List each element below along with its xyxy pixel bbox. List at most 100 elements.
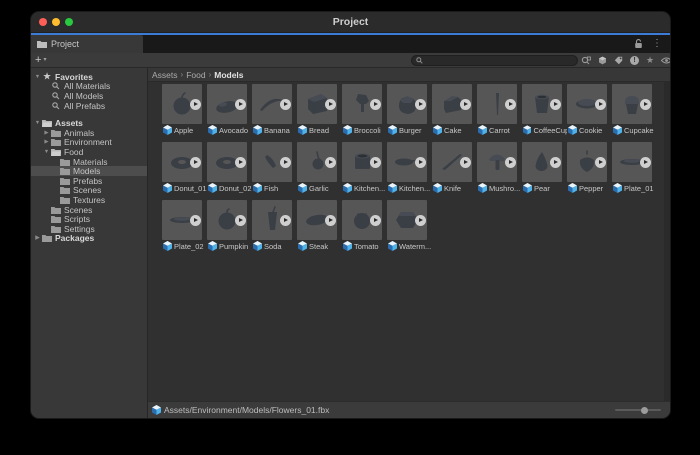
search-by-log-type-icon[interactable]: ! bbox=[630, 56, 639, 65]
twisty-closed-icon[interactable]: ▶ bbox=[33, 235, 42, 241]
preview-expand-button[interactable] bbox=[235, 157, 246, 168]
asset-thumbnail-pot[interactable] bbox=[342, 142, 382, 182]
sidebar-item-favorites[interactable]: ▼★Favorites bbox=[31, 72, 147, 82]
twisty-open-icon[interactable]: ▼ bbox=[33, 120, 42, 126]
vertical-scrollbar[interactable] bbox=[664, 82, 670, 401]
search-by-type-icon[interactable] bbox=[598, 56, 607, 65]
lock-icon[interactable] bbox=[634, 39, 643, 49]
sidebar-item-assets[interactable]: ▼Assets bbox=[31, 118, 147, 128]
sidebar-item-food[interactable]: ▼Food bbox=[31, 147, 147, 157]
asset-thumbnail-avocado[interactable] bbox=[207, 84, 247, 124]
twisty-closed-icon[interactable]: ▶ bbox=[42, 130, 51, 136]
preview-expand-button[interactable] bbox=[505, 157, 516, 168]
asset-thumbnail-cake[interactable] bbox=[432, 84, 472, 124]
asset-item-soda[interactable]: Soda bbox=[252, 200, 297, 252]
asset-thumbnail-knife[interactable] bbox=[432, 142, 472, 182]
asset-thumbnail-apple[interactable] bbox=[162, 84, 202, 124]
preview-expand-button[interactable] bbox=[460, 157, 471, 168]
preview-expand-button[interactable] bbox=[280, 215, 291, 226]
preview-expand-button[interactable] bbox=[595, 157, 606, 168]
asset-item-apple[interactable]: Apple bbox=[162, 84, 207, 136]
asset-thumbnail-garlic[interactable] bbox=[297, 142, 337, 182]
slider-knob[interactable] bbox=[641, 407, 648, 414]
twisty-closed-icon[interactable]: ▶ bbox=[42, 139, 51, 145]
asset-thumbnail-donut[interactable] bbox=[207, 142, 247, 182]
asset-thumbnail-steak[interactable] bbox=[297, 200, 337, 240]
preview-expand-button[interactable] bbox=[235, 215, 246, 226]
asset-thumbnail-plate[interactable] bbox=[612, 142, 652, 182]
asset-item-cookie[interactable]: Cookie bbox=[567, 84, 612, 136]
preview-expand-button[interactable] bbox=[370, 215, 381, 226]
sidebar-item-animals[interactable]: ▶Animals bbox=[31, 128, 147, 138]
sidebar-item-prefabs[interactable]: Prefabs bbox=[31, 176, 147, 186]
sidebar-item-textures[interactable]: Textures bbox=[31, 195, 147, 205]
search-input[interactable] bbox=[426, 56, 573, 65]
twisty-open-icon[interactable]: ▼ bbox=[33, 74, 42, 80]
sidebar-item-scripts[interactable]: Scripts bbox=[31, 214, 147, 224]
breadcrumb-segment-food[interactable]: Food bbox=[186, 70, 205, 80]
preview-expand-button[interactable] bbox=[190, 215, 201, 226]
asset-item-carrot[interactable]: Carrot bbox=[477, 84, 522, 136]
asset-thumbnail-cookie[interactable] bbox=[567, 84, 607, 124]
asset-thumbnail-pepper[interactable] bbox=[567, 142, 607, 182]
preview-expand-button[interactable] bbox=[190, 157, 201, 168]
asset-thumbnail-pear[interactable] bbox=[522, 142, 562, 182]
asset-thumbnail-coffeecup[interactable] bbox=[522, 84, 562, 124]
preview-expand-button[interactable] bbox=[550, 99, 561, 110]
asset-item-fish[interactable]: Fish bbox=[252, 142, 297, 194]
asset-item-kitchen[interactable]: Kitchen... bbox=[387, 142, 432, 194]
preview-expand-button[interactable] bbox=[640, 99, 651, 110]
sidebar-item-all-models[interactable]: All Models bbox=[31, 91, 147, 101]
sidebar-item-settings[interactable]: Settings bbox=[31, 224, 147, 234]
preview-expand-button[interactable] bbox=[325, 99, 336, 110]
asset-thumbnail-broccoli[interactable] bbox=[342, 84, 382, 124]
asset-item-burger[interactable]: Burger bbox=[387, 84, 432, 136]
open-in-search-icon[interactable] bbox=[581, 56, 591, 65]
preview-expand-button[interactable] bbox=[595, 99, 606, 110]
asset-thumbnail-watermelon[interactable] bbox=[387, 200, 427, 240]
asset-item-mushro[interactable]: Mushro... bbox=[477, 142, 522, 194]
asset-item-pumpkin[interactable]: Pumpkin bbox=[207, 200, 252, 252]
asset-thumbnail-donut[interactable] bbox=[162, 142, 202, 182]
breadcrumb-segment-assets[interactable]: Assets bbox=[152, 70, 178, 80]
sidebar-item-all-materials[interactable]: All Materials bbox=[31, 82, 147, 92]
search-field[interactable] bbox=[411, 55, 578, 66]
sidebar-item-scenes[interactable]: Scenes bbox=[31, 186, 147, 196]
preview-expand-button[interactable] bbox=[325, 157, 336, 168]
asset-item-garlic[interactable]: Garlic bbox=[297, 142, 342, 194]
preview-expand-button[interactable] bbox=[235, 99, 246, 110]
asset-item-banana[interactable]: Banana bbox=[252, 84, 297, 136]
asset-item-knife[interactable]: Knife bbox=[432, 142, 477, 194]
preview-expand-button[interactable] bbox=[550, 157, 561, 168]
asset-item-plate-01[interactable]: Plate_01 bbox=[612, 142, 657, 194]
preview-expand-button[interactable] bbox=[505, 99, 516, 110]
preview-expand-button[interactable] bbox=[415, 215, 426, 226]
asset-item-broccoli[interactable]: Broccoli bbox=[342, 84, 387, 136]
create-asset-button[interactable]: + ▾ bbox=[35, 55, 46, 66]
asset-grid-area[interactable]: AppleAvocadoBananaBreadBroccoliBurgerCak… bbox=[148, 82, 670, 401]
preview-expand-button[interactable] bbox=[280, 99, 291, 110]
asset-item-coffeecup[interactable]: CoffeeCup bbox=[522, 84, 567, 136]
preview-expand-button[interactable] bbox=[280, 157, 291, 168]
asset-thumbnail-bread[interactable] bbox=[297, 84, 337, 124]
preview-expand-button[interactable] bbox=[190, 99, 201, 110]
asset-item-waterm[interactable]: Waterm... bbox=[387, 200, 432, 252]
search-by-label-icon[interactable] bbox=[614, 56, 623, 65]
preview-expand-button[interactable] bbox=[640, 157, 651, 168]
asset-item-pepper[interactable]: Pepper bbox=[567, 142, 612, 194]
preview-expand-button[interactable] bbox=[415, 157, 426, 168]
asset-item-cake[interactable]: Cake bbox=[432, 84, 477, 136]
save-search-icon[interactable]: ★ bbox=[646, 56, 654, 65]
thumbnail-zoom-slider[interactable] bbox=[615, 405, 661, 415]
sidebar-item-scenes[interactable]: Scenes bbox=[31, 205, 147, 215]
asset-item-donut-01[interactable]: Donut_01 bbox=[162, 142, 207, 194]
title-bar[interactable]: Project bbox=[31, 12, 670, 33]
preview-expand-button[interactable] bbox=[325, 215, 336, 226]
asset-item-donut-02[interactable]: Donut_02 bbox=[207, 142, 252, 194]
preview-expand-button[interactable] bbox=[415, 99, 426, 110]
asset-thumbnail-mushroom[interactable] bbox=[477, 142, 517, 182]
asset-item-tomato[interactable]: Tomato bbox=[342, 200, 387, 252]
sidebar-item-materials[interactable]: Materials bbox=[31, 157, 147, 167]
asset-thumbnail-banana[interactable] bbox=[252, 84, 292, 124]
sidebar-item-all-prefabs[interactable]: All Prefabs bbox=[31, 101, 147, 111]
